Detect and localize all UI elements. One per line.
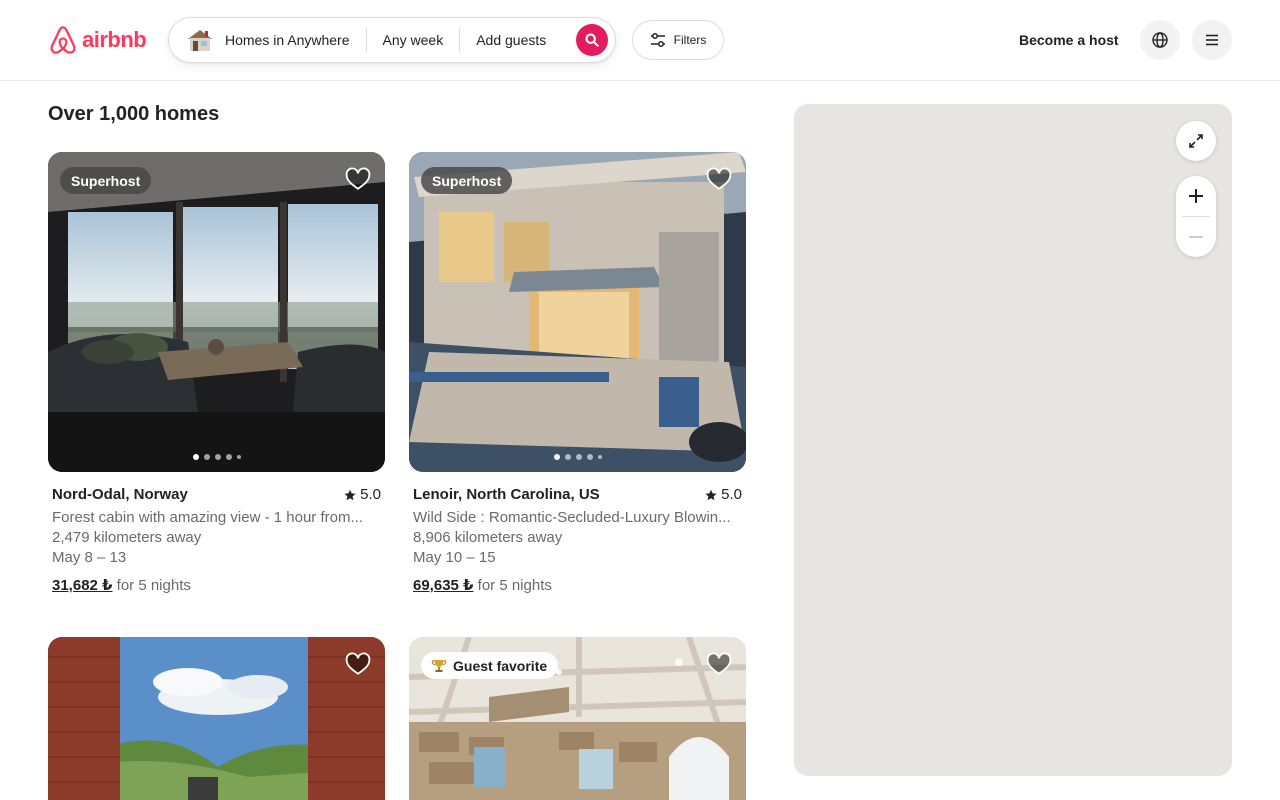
pagination-dot[interactable] (236, 455, 241, 459)
heart-icon[interactable] (706, 166, 732, 192)
badge-label: Guest favorite (453, 657, 548, 674)
listing-price: 31,682 ₺ for 5 nights (52, 576, 381, 594)
search-when-label: Any week (382, 32, 444, 48)
zoom-out-button[interactable] (1176, 217, 1216, 257)
listing-dates: May 10 – 15 (413, 549, 496, 566)
plus-icon (1189, 189, 1203, 203)
pagination-dot[interactable] (225, 454, 232, 460)
listing-photo[interactable]: Superhost (48, 152, 385, 472)
pagination-dot[interactable] (586, 454, 593, 460)
heart-icon[interactable] (345, 651, 371, 677)
price-suffix: for 5 nights (116, 577, 191, 594)
search-who[interactable]: Add guests (460, 18, 562, 62)
trophy-icon (431, 659, 447, 672)
brand-name: airbnb (82, 27, 147, 52)
airbnb-logo[interactable]: airbnb (48, 24, 147, 56)
listing-photo[interactable]: Superhost (409, 152, 746, 472)
globe-icon (1152, 32, 1168, 48)
star-icon (705, 489, 717, 500)
listing-card[interactable] (48, 637, 385, 800)
listing-description: Wild Side : Romantic-Secluded-Luxury Blo… (413, 509, 731, 526)
photo-pagination (553, 454, 602, 460)
badge-label: Superhost (71, 172, 141, 189)
superhost-badge: Superhost (60, 167, 152, 194)
listing-card[interactable]: Superhost Lenoir, North Carolina, US 5.0… (409, 152, 746, 594)
listing-dates: May 8 – 13 (52, 549, 127, 566)
filters-label: Filters (673, 33, 707, 47)
price-suffix: for 5 nights (477, 577, 552, 594)
guest-favorite-badge: Guest favorite (421, 652, 559, 679)
search-button[interactable] (576, 24, 608, 56)
results-count-title: Over 1,000 homes (48, 103, 220, 125)
become-host-link[interactable]: Become a host (1006, 20, 1132, 60)
listing-distance: 2,479 kilometers away (52, 529, 202, 546)
pagination-dot[interactable] (597, 455, 602, 459)
map-panel[interactable] (794, 104, 1232, 776)
filters-icon (650, 33, 665, 47)
filters-button[interactable]: Filters (632, 20, 724, 60)
listing-rating: 5.0 (344, 486, 381, 503)
heart-icon[interactable] (345, 166, 371, 192)
price-amount[interactable]: 31,682 ₺ (52, 577, 112, 594)
price-amount[interactable]: 69,635 ₺ (413, 577, 473, 594)
rating-value: 5.0 (721, 486, 742, 503)
search-bar[interactable]: Homes in Anywhere Any week Add guests (168, 17, 616, 63)
search-where-label: Homes in Anywhere (225, 32, 350, 48)
rating-value: 5.0 (360, 486, 381, 503)
listing-card[interactable]: Superhost Nord-Odal, Norway 5.0 Forest c… (48, 152, 385, 594)
listing-info: Lenoir, North Carolina, US 5.0 Wild Side… (409, 486, 746, 594)
airbnb-logo-icon (50, 26, 76, 54)
search-who-label: Add guests (476, 32, 547, 48)
search-icon (585, 33, 599, 47)
minus-icon (1189, 236, 1203, 238)
heart-icon[interactable] (706, 651, 732, 677)
superhost-badge: Superhost (421, 167, 513, 194)
cabin-deck-photo (409, 152, 746, 472)
search-where[interactable]: Homes in Anywhere (169, 18, 350, 62)
badge-label: Superhost (432, 172, 502, 189)
pagination-dot[interactable] (203, 454, 210, 460)
listing-rating: 5.0 (705, 486, 742, 503)
photo-pagination (192, 454, 241, 460)
expand-map-button[interactable] (1176, 121, 1216, 161)
map-zoom-controls (1176, 176, 1216, 257)
house-icon (188, 30, 212, 51)
pagination-dot[interactable] (553, 454, 560, 460)
listing-location: Nord-Odal, Norway (52, 486, 188, 503)
listing-card[interactable]: Guest favorite (409, 637, 746, 800)
pagination-dot[interactable] (575, 454, 582, 460)
listing-info: Nord-Odal, Norway 5.0 Forest cabin with … (48, 486, 385, 594)
hamburger-menu-icon (1206, 34, 1218, 46)
zoom-in-button[interactable] (1176, 176, 1216, 216)
cabin-interior-photo (48, 152, 385, 472)
top-header: airbnb Homes in Anywhere Any week Add gu… (0, 0, 1280, 81)
listing-price: 69,635 ₺ for 5 nights (413, 576, 742, 594)
listing-location: Lenoir, North Carolina, US (413, 486, 600, 503)
pagination-dot[interactable] (564, 454, 571, 460)
river-valley-photo (48, 637, 385, 800)
pagination-dot[interactable] (214, 454, 221, 460)
star-icon (344, 489, 356, 500)
search-when[interactable]: Any week (367, 18, 460, 62)
listing-photo[interactable]: Guest favorite (409, 637, 746, 800)
pagination-dot[interactable] (192, 454, 199, 460)
language-button[interactable] (1140, 20, 1180, 60)
main-menu-button[interactable] (1192, 20, 1232, 60)
expand-icon (1189, 134, 1203, 148)
listing-description: Forest cabin with amazing view - 1 hour … (52, 509, 363, 526)
listing-distance: 8,906 kilometers away (413, 529, 563, 546)
listing-photo[interactable] (48, 637, 385, 800)
